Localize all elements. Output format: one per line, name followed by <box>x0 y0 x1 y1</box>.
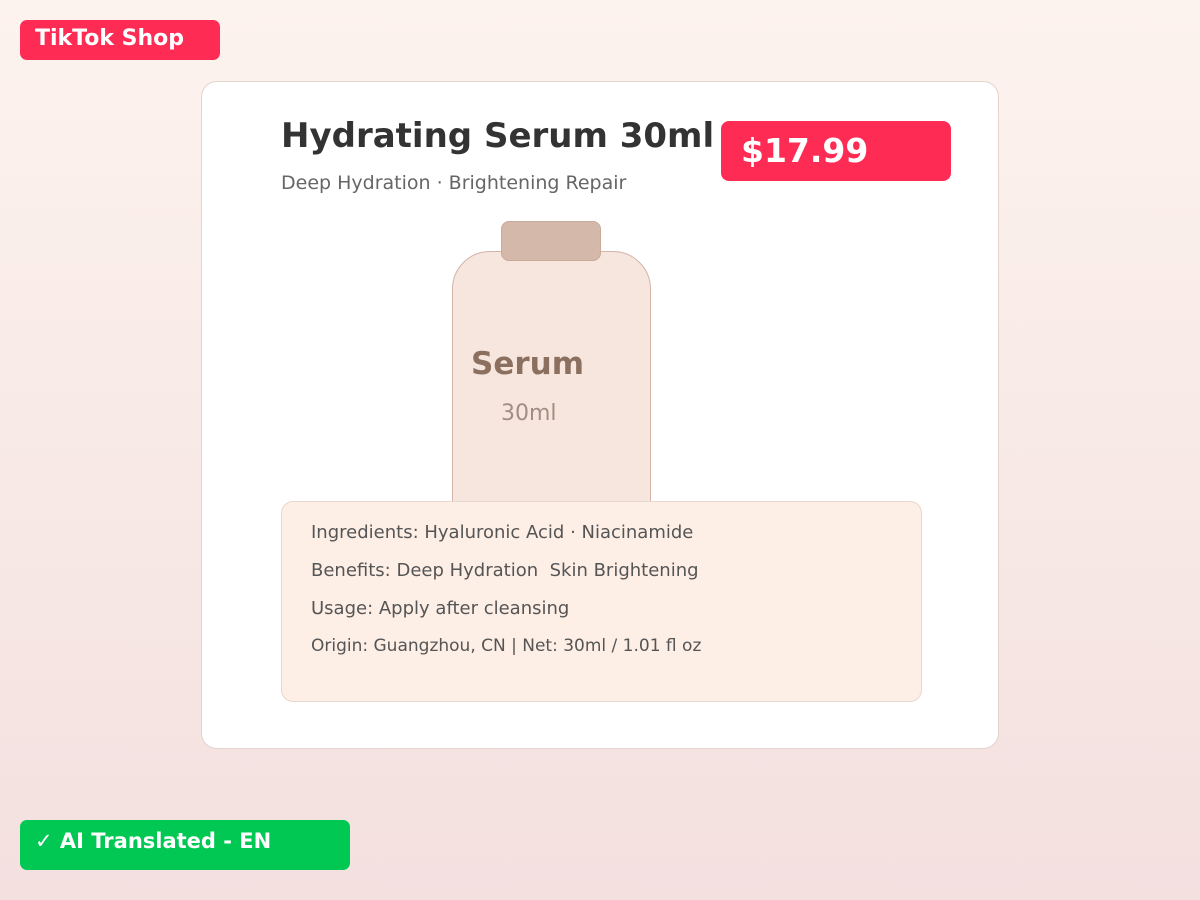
bottle-label-volume: 30ml <box>501 401 557 426</box>
origin-net-line: Origin: Guangzhou, CN | Net: 30ml / 1.01… <box>311 636 702 656</box>
tiktok-shop-badge[interactable]: TikTok Shop <box>20 20 220 60</box>
price-tag: $17.99 <box>721 121 951 181</box>
bottle-label-name: Serum <box>471 346 585 382</box>
product-title: Hydrating Serum 30ml <box>281 116 715 156</box>
ai-translated-badge: ✓ AI Translated - EN <box>20 820 350 870</box>
usage-line: Usage: Apply after cleansing <box>311 598 570 619</box>
serum-bottle-cap <box>501 221 601 261</box>
product-subtitle: Deep Hydration · Brightening Repair <box>281 172 627 194</box>
benefits-line: Benefits: Deep Hydration Skin Brightenin… <box>311 560 699 581</box>
product-card: Hydrating Serum 30ml Deep Hydration · Br… <box>201 81 999 749</box>
product-details-panel: Ingredients: Hyaluronic Acid · Niacinami… <box>281 501 922 702</box>
ingredients-line: Ingredients: Hyaluronic Acid · Niacinami… <box>311 522 694 543</box>
